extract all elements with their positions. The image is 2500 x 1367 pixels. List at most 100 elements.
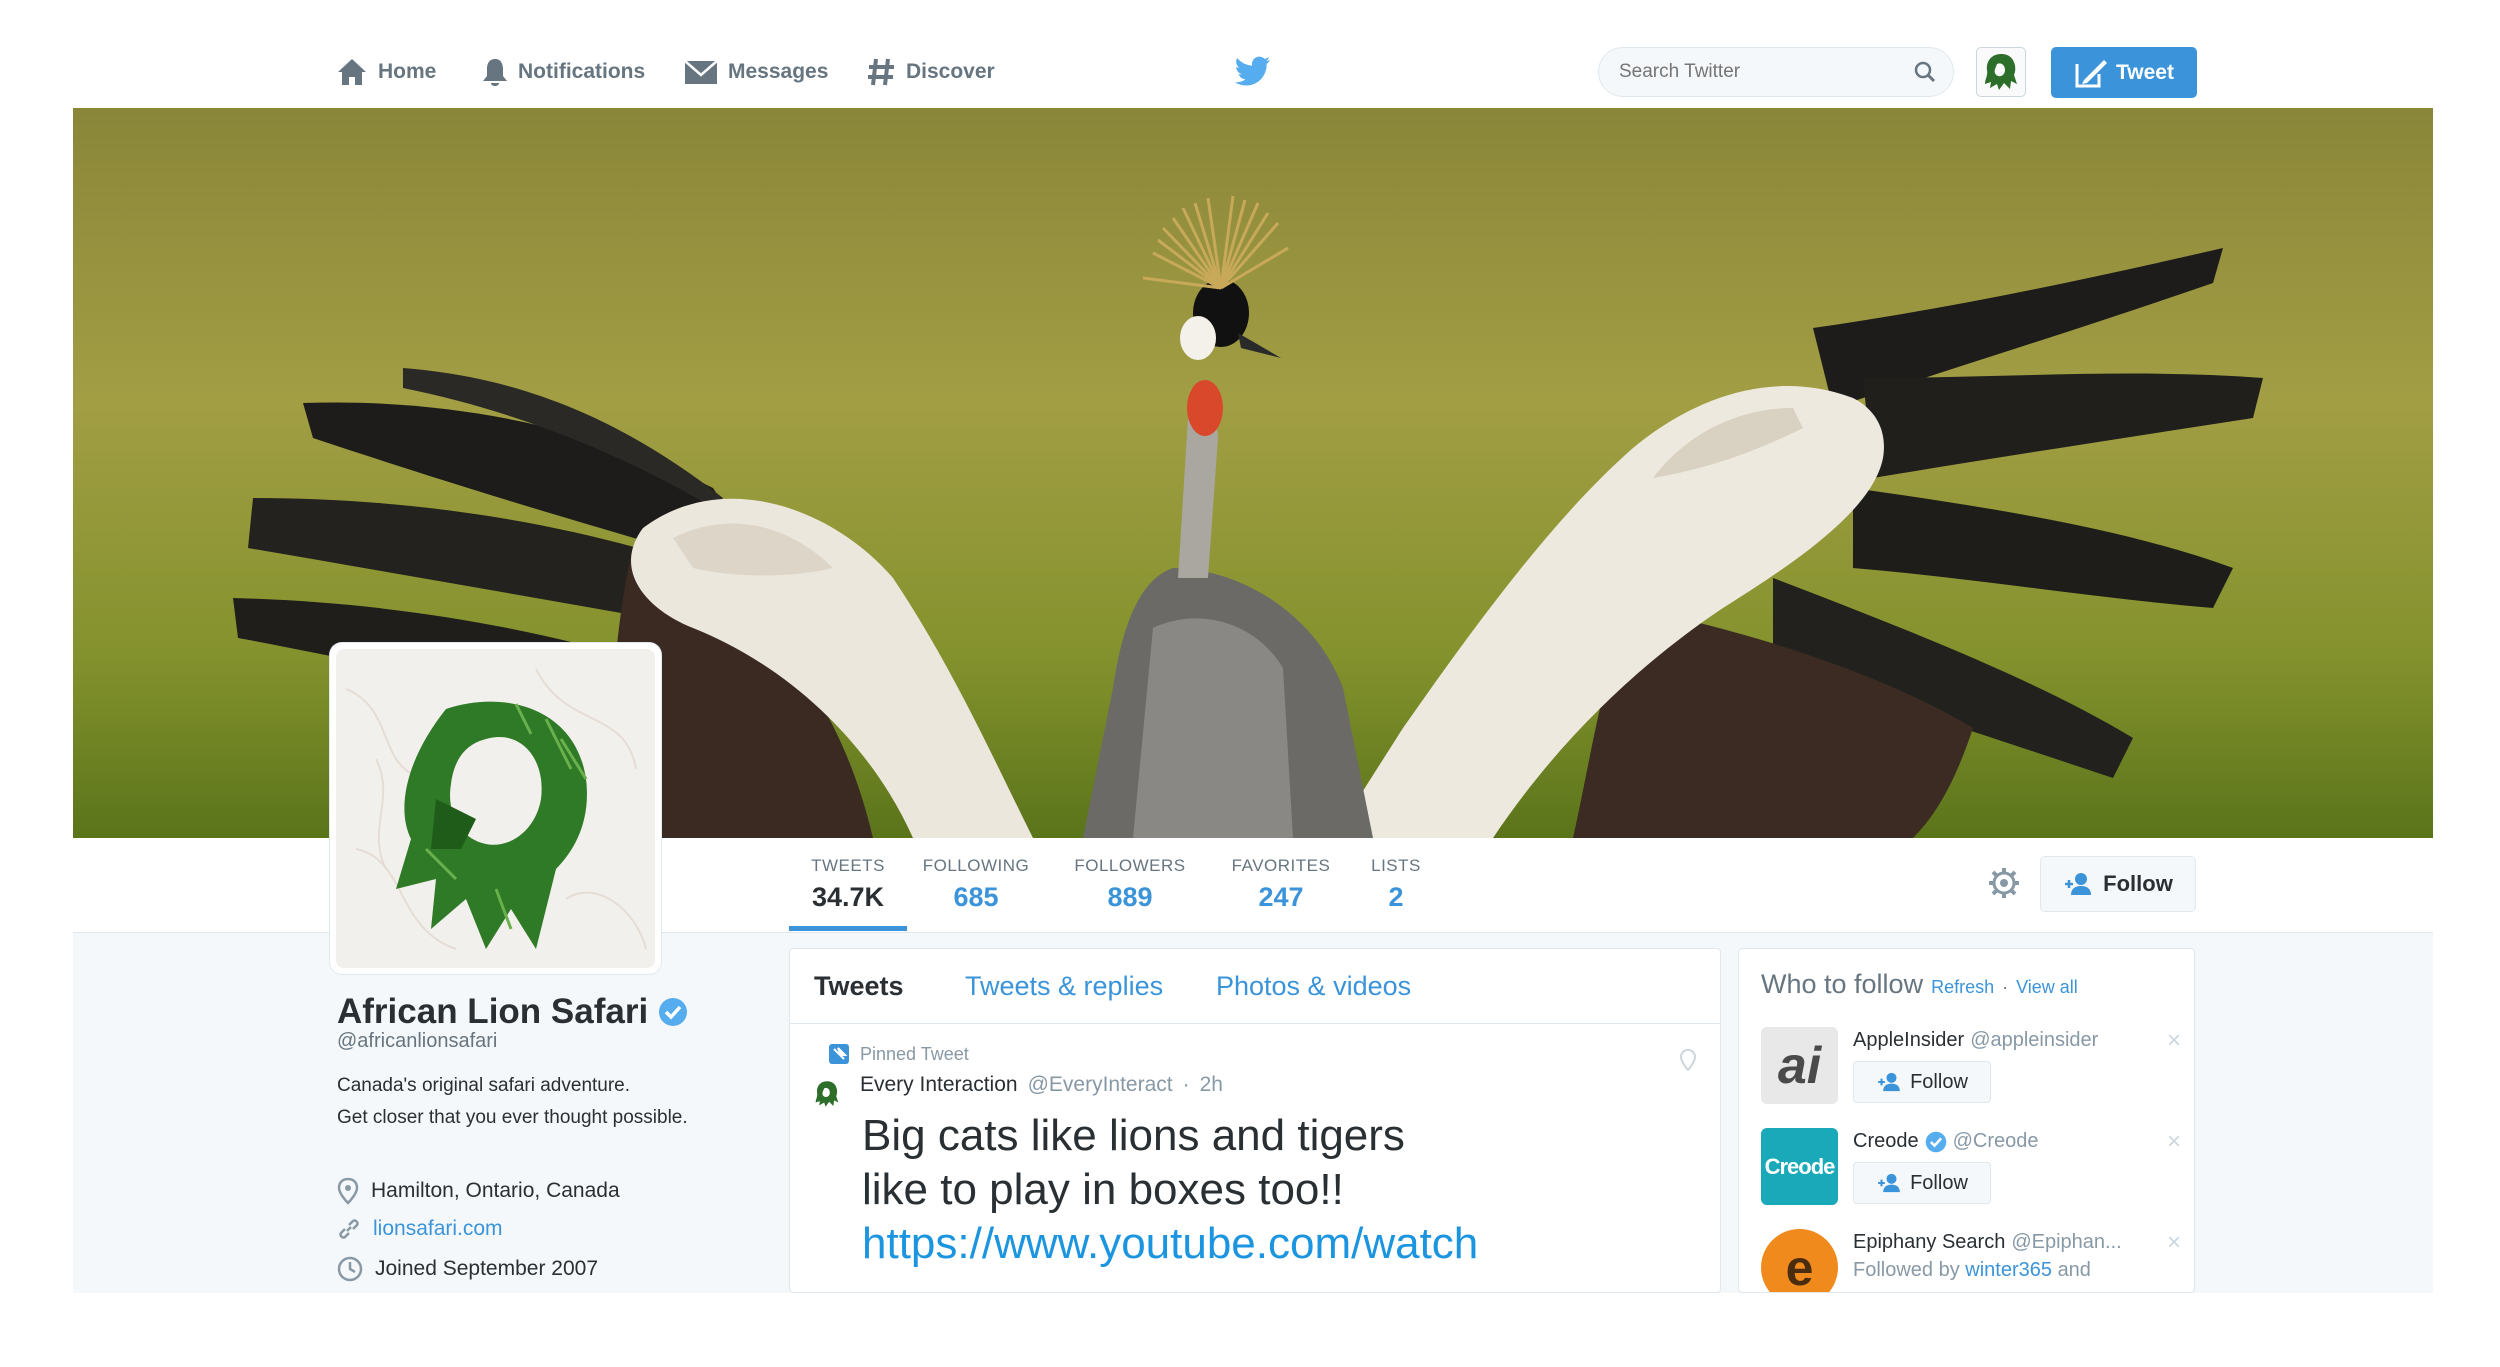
bell-icon xyxy=(483,59,507,86)
verified-badge-icon xyxy=(1925,1131,1946,1152)
twitter-bird-icon[interactable] xyxy=(1235,56,1271,86)
profile-website: lionsafari.com xyxy=(337,1217,503,1241)
search-icon[interactable] xyxy=(1913,60,1937,84)
who-to-follow-panel: Who to follow Refresh · View all ai Appl… xyxy=(1738,948,2195,1293)
tweet-text: Big cats like lions and tigers like to p… xyxy=(862,1109,1478,1271)
nav-discover[interactable]: Discover xyxy=(866,52,995,92)
tab-photos-and-videos[interactable]: Photos & videos xyxy=(1216,971,1411,1002)
suggestion-follow-button[interactable]: Follow xyxy=(1853,1162,1991,1204)
compose-icon xyxy=(2075,59,2108,87)
stat-tweets-value: 34.7K xyxy=(811,882,885,912)
link-icon xyxy=(339,1219,359,1239)
suggestion-name[interactable]: Creode xyxy=(1853,1130,1919,1153)
suggestion-avatar-text: ai xyxy=(1777,1036,1822,1095)
suggestion-handle[interactable]: @Creode xyxy=(1953,1130,2039,1153)
stat-tweets-label: TWEETS xyxy=(811,856,885,875)
tweet-author-name[interactable]: Every Interaction xyxy=(860,1073,1018,1097)
stat-following[interactable]: FOLLOWING 685 xyxy=(916,856,1036,913)
add-user-icon xyxy=(1878,1072,1900,1092)
location-marker-icon[interactable] xyxy=(1680,1049,1696,1071)
followed-by-user[interactable]: winter365 xyxy=(1965,1259,2052,1281)
header-dot: · xyxy=(2002,977,2009,997)
stat-lists-label: LISTS xyxy=(1371,856,1421,875)
compose-tweet-button[interactable]: Tweet xyxy=(2051,47,2197,98)
stat-lists[interactable]: LISTS 2 xyxy=(1366,856,1426,913)
profile-handle[interactable]: @africanlionsafari xyxy=(337,1030,497,1053)
tweet-text-line2: like to play in boxes too!! xyxy=(862,1165,1344,1214)
who-to-follow-title: Who to follow xyxy=(1761,969,1924,999)
user-avatar-button[interactable] xyxy=(1976,47,2026,97)
profile-location: Hamilton, Ontario, Canada xyxy=(337,1177,620,1205)
hashtag-icon xyxy=(868,58,894,86)
stat-followers[interactable]: FOLLOWERS 889 xyxy=(1068,856,1192,913)
profile-name-text: African Lion Safari xyxy=(337,992,649,1031)
suggestion-avatar[interactable]: e xyxy=(1761,1229,1838,1292)
nav-notifications-label: Notifications xyxy=(518,60,646,83)
suggestion-avatar[interactable]: ai xyxy=(1761,1027,1838,1104)
pinned-tweet-label: Pinned Tweet xyxy=(828,1043,969,1065)
tweet-time[interactable]: 2h xyxy=(1200,1073,1223,1097)
clock-icon xyxy=(337,1256,363,1282)
suggestion-handle[interactable]: @Epiphan... xyxy=(2011,1231,2121,1254)
location-pin-icon xyxy=(337,1177,359,1205)
nav-notifications[interactable]: Notifications xyxy=(482,52,645,92)
search-box[interactable] xyxy=(1598,47,1954,97)
stat-favorites-value: 247 xyxy=(1258,882,1304,912)
stat-favorites-label: FAVORITES xyxy=(1231,856,1331,875)
search-input[interactable] xyxy=(1619,61,1899,83)
stat-favorites[interactable]: FAVORITES 247 xyxy=(1219,856,1343,913)
profile-joined-text: Joined September 2007 xyxy=(375,1257,598,1280)
suggestion-name-row: Creode @Creode xyxy=(1853,1130,2039,1153)
compose-tweet-label: Tweet xyxy=(2116,60,2174,84)
profile-joined: Joined September 2007 xyxy=(337,1256,598,1282)
stat-lists-value: 2 xyxy=(1388,882,1404,912)
profile-bio-line1: Canada's original safari adventure. xyxy=(337,1075,631,1096)
followed-by-prefix: Followed by xyxy=(1853,1259,1960,1281)
suggestion-follow-label: Follow xyxy=(1910,1171,1968,1194)
refresh-link[interactable]: Refresh xyxy=(1931,977,1994,998)
suggestion-name-row: AppleInsider @appleinsider xyxy=(1853,1029,2098,1052)
profile-location-text: Hamilton, Ontario, Canada xyxy=(371,1179,620,1202)
suggestion-name-row: Epiphany Search @Epiphan... xyxy=(1853,1231,2122,1254)
dismiss-suggestion-icon[interactable]: × xyxy=(2167,1128,2181,1156)
timeline-panel: Tweets Tweets & replies Photos & videos … xyxy=(789,948,1721,1293)
stat-tweets[interactable]: TWEETS 34.7K xyxy=(786,856,910,913)
tweet-header: Every Interaction @EveryInteract · 2h xyxy=(860,1073,1223,1097)
home-icon xyxy=(338,59,366,85)
tab-tweets[interactable]: Tweets xyxy=(814,971,904,1002)
suggestion-creode: Creode Creode @Creode × Follow xyxy=(1761,1128,2181,1208)
tweet-author-handle[interactable]: @EveryInteract xyxy=(1028,1073,1173,1097)
nav-home-label: Home xyxy=(378,60,437,83)
follow-profile-button[interactable]: Follow xyxy=(2040,856,2196,912)
add-user-icon xyxy=(2065,873,2092,895)
view-all-link[interactable]: View all xyxy=(2016,977,2078,998)
gear-icon[interactable] xyxy=(1987,866,2021,900)
suggestion-epiphany: e Epiphany Search @Epiphan... × Followed… xyxy=(1761,1229,2181,1292)
timeline-tabs: Tweets Tweets & replies Photos & videos xyxy=(790,949,1720,1024)
tab-tweets-and-replies[interactable]: Tweets & replies xyxy=(965,971,1163,1002)
nav-messages[interactable]: Messages xyxy=(684,52,828,92)
profile-avatar[interactable] xyxy=(330,643,661,974)
suggestion-name[interactable]: AppleInsider xyxy=(1853,1029,1964,1052)
envelope-icon xyxy=(684,60,718,84)
suggestion-appleinsider: ai AppleInsider @appleinsider × Follow xyxy=(1761,1027,2181,1107)
who-to-follow-header: Who to follow Refresh · View all xyxy=(1761,969,2078,1000)
lion-logo-icon xyxy=(1985,54,2017,90)
verified-badge-icon xyxy=(659,998,688,1026)
tweet-link[interactable]: https://www.youtube.com/watch xyxy=(862,1217,1478,1271)
suggestion-handle[interactable]: @appleinsider xyxy=(1970,1029,2098,1052)
tweet-text-line1: Big cats like lions and tigers xyxy=(862,1111,1405,1160)
followed-by-text: Followed by winter365 and xyxy=(1853,1259,2091,1282)
tweet-author-avatar[interactable] xyxy=(810,1077,844,1111)
nav-discover-label: Discover xyxy=(906,60,995,83)
profile-name: African Lion Safari xyxy=(337,992,688,1032)
suggestion-follow-button[interactable]: Follow xyxy=(1853,1061,1991,1103)
suggestion-avatar[interactable]: Creode xyxy=(1761,1128,1838,1205)
dismiss-suggestion-icon[interactable]: × xyxy=(2167,1027,2181,1055)
nav-home[interactable]: Home xyxy=(336,52,436,92)
dismiss-suggestion-icon[interactable]: × xyxy=(2167,1229,2181,1257)
tweet-separator: · xyxy=(1182,1073,1190,1096)
suggestion-name[interactable]: Epiphany Search xyxy=(1853,1231,2005,1254)
follow-profile-label: Follow xyxy=(2103,871,2173,896)
profile-website-link[interactable]: lionsafari.com xyxy=(373,1217,503,1241)
